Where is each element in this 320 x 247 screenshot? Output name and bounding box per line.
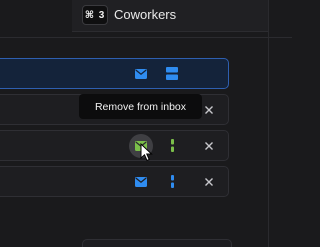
cursor-icon (140, 143, 154, 163)
stacked-bars-icon[interactable] (166, 67, 178, 80)
vertical-bar-icon[interactable] (171, 175, 174, 188)
vertical-bar-icon[interactable] (171, 139, 174, 152)
section-divider (0, 37, 292, 38)
close-icon[interactable] (204, 141, 214, 151)
mail-icon[interactable] (135, 69, 147, 79)
mail-icon[interactable] (135, 177, 147, 187)
list-item[interactable] (0, 166, 229, 197)
coworkers-label[interactable]: Coworkers (114, 7, 176, 22)
list-item[interactable] (0, 130, 229, 161)
close-icon[interactable] (204, 105, 214, 115)
composer-box[interactable] (82, 239, 232, 247)
close-icon[interactable] (204, 177, 214, 187)
list-item[interactable] (0, 58, 229, 89)
tooltip: Remove from inbox (79, 94, 202, 119)
shortcut-badge: ⌘ 3 (82, 5, 108, 25)
